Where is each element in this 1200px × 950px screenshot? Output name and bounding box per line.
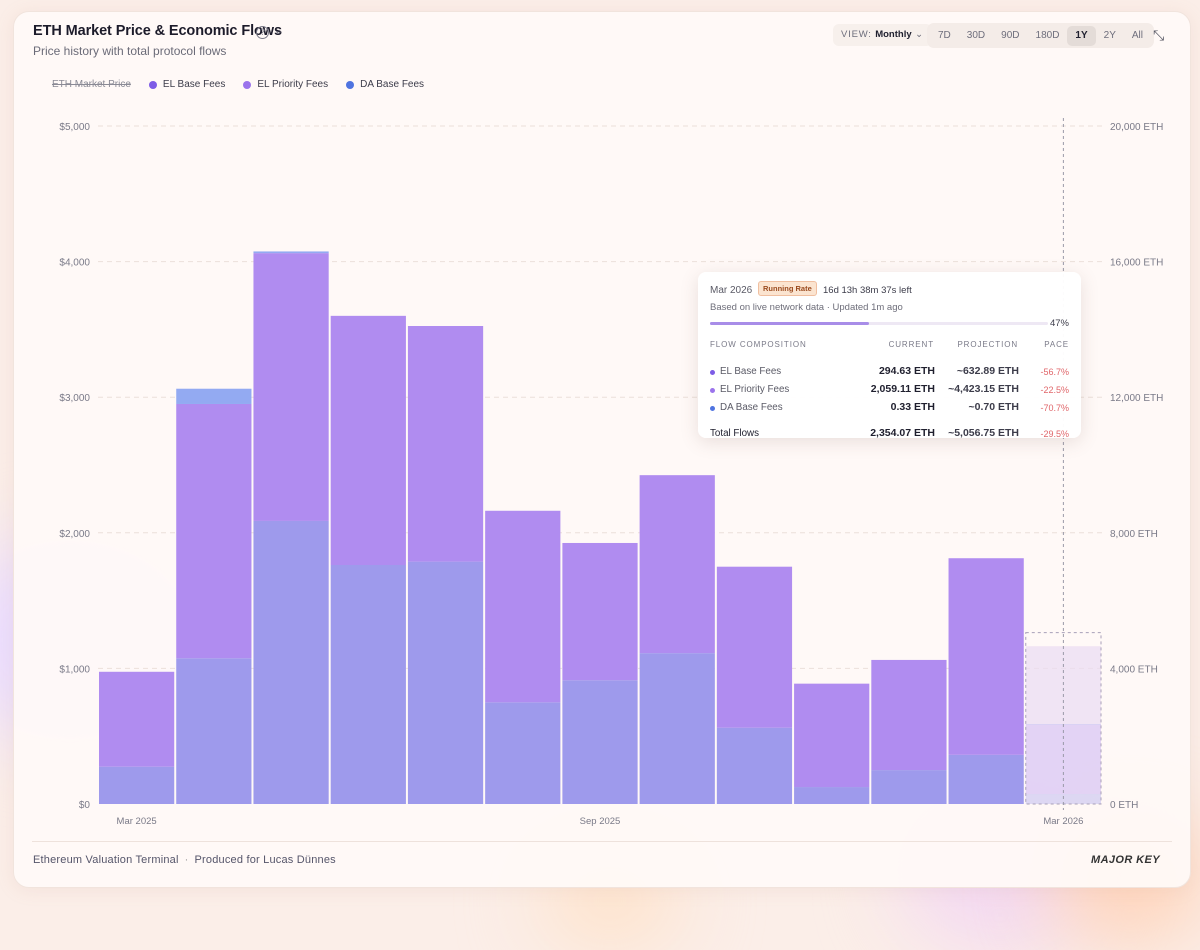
y-axis-right-tick-label: 16,000 ETH — [1110, 258, 1163, 269]
bar-segment — [716, 727, 793, 804]
tooltip-row: EL Priority Fees 2,059.11 ETH ~4,423.15 ET… — [698, 382, 1081, 398]
total-label: Total Flows — [710, 428, 759, 439]
bar-segment — [330, 565, 406, 804]
bar-segment — [794, 787, 870, 804]
y-axis-right-tick-label: 20,000 ETH — [1110, 122, 1163, 133]
total-pace: -29.5% — [1040, 429, 1069, 439]
row-pace: -56.7% — [1040, 367, 1069, 377]
bar-segment — [99, 766, 175, 804]
bar-segment — [176, 658, 252, 804]
y-axis-left-tick-label: $3,000 — [59, 393, 90, 404]
row-projection: ~0.70 ETH — [968, 401, 1020, 413]
y-axis-right-tick-label: 12,000 ETH — [1110, 393, 1163, 404]
bar-segment — [253, 251, 329, 254]
row-pace: -22.5% — [1040, 385, 1069, 395]
bar-segment — [871, 770, 947, 804]
tooltip-total-row: Total Flows 2,354.07 ETH ~5,056.75 ETH -… — [698, 426, 1081, 442]
bar-segment — [871, 659, 947, 771]
row-name: EL Priority Fees — [720, 384, 790, 395]
y-axis-left-tick-label: $1,000 — [59, 664, 90, 675]
bar-segment — [485, 702, 561, 804]
tooltip-row: EL Base Fees 294.63 ETH ~632.89 ETH -56.7% — [698, 364, 1081, 380]
bar-segment — [407, 326, 484, 562]
tooltip-head-flow: FLOW COMPOSITION — [710, 340, 807, 349]
y-axis-right-tick-label: 4,000 ETH — [1110, 664, 1158, 675]
x-axis-tick-label: Sep 2025 — [580, 816, 621, 827]
row-projection: ~632.89 ETH — [956, 365, 1019, 377]
bar-segment — [330, 315, 406, 566]
row-current: 0.33 ETH — [890, 401, 935, 413]
period-progress-label: 47% — [1049, 318, 1069, 329]
chart-tooltip: Mar 2026 Running Rate 16d 13h 38m 37s le… — [698, 272, 1081, 439]
series-dot-icon — [710, 370, 715, 375]
tooltip-head-current: CURRENT — [888, 340, 934, 349]
total-projection: ~5,056.75 ETH — [948, 427, 1019, 439]
bar-segment — [176, 388, 252, 404]
tooltip-row: DA Base Fees 0.33 ETH ~0.70 ETH -70.7% — [698, 400, 1081, 416]
bar-segment — [176, 403, 252, 659]
period-progress-fill — [710, 322, 869, 325]
bar-segment — [407, 561, 484, 804]
series-dot-icon — [710, 388, 715, 393]
y-axis-left-tick-label: $4,000 — [59, 258, 90, 269]
bar-segment — [639, 475, 715, 654]
row-name: DA Base Fees — [720, 402, 783, 413]
tooltip-head-projection: PROJECTION — [957, 340, 1018, 349]
bar-segment — [99, 671, 175, 767]
y-axis-left-tick-label: $5,000 — [59, 122, 90, 133]
y-axis-left-tick-label: $0 — [79, 800, 91, 811]
bar-segment — [562, 542, 638, 681]
bar-segment — [485, 510, 561, 703]
bar-segment — [794, 683, 870, 788]
bar-segment — [1025, 724, 1101, 795]
chart-plot: $0 $1,000 $2,000 $3,000 $4,000 $5,000 0 ETH 4,0… — [59, 118, 1163, 827]
tooltip-head-pace: PACE — [1044, 340, 1069, 349]
bar-segment — [716, 566, 793, 728]
bar-segment — [948, 558, 1024, 755]
running-rate-badge: Running Rate — [758, 281, 817, 296]
series-dot-icon — [710, 406, 715, 411]
bar-segment — [253, 520, 329, 804]
bar-segment — [639, 653, 715, 804]
row-pace: -70.7% — [1040, 403, 1069, 413]
period-progress-bar — [710, 322, 1048, 325]
tooltip-time-left: 16d 13h 38m 37s left — [823, 285, 912, 296]
total-current: 2,354.07 ETH — [870, 427, 935, 439]
row-projection: ~4,423.15 ETH — [948, 383, 1019, 395]
x-axis-tick-label: Mar 2025 — [117, 816, 157, 827]
row-current: 2,059.11 ETH — [870, 383, 935, 395]
tooltip-period: Mar 2026 — [710, 285, 753, 296]
y-axis-left-tick-label: $2,000 — [59, 529, 90, 540]
bar-segment — [948, 754, 1024, 804]
y-axis-right-tick-label: 8,000 ETH — [1110, 529, 1158, 540]
bar-segment — [253, 253, 329, 521]
bar-segment — [562, 680, 638, 804]
y-axis-right-tick-label: 0 ETH — [1110, 800, 1138, 811]
row-name: EL Base Fees — [720, 366, 782, 377]
x-axis-tick-label: Mar 2026 — [1043, 816, 1083, 827]
tooltip-updated: Based on live network data · Updated 1m … — [710, 302, 903, 313]
row-current: 294.63 ETH — [878, 365, 935, 377]
